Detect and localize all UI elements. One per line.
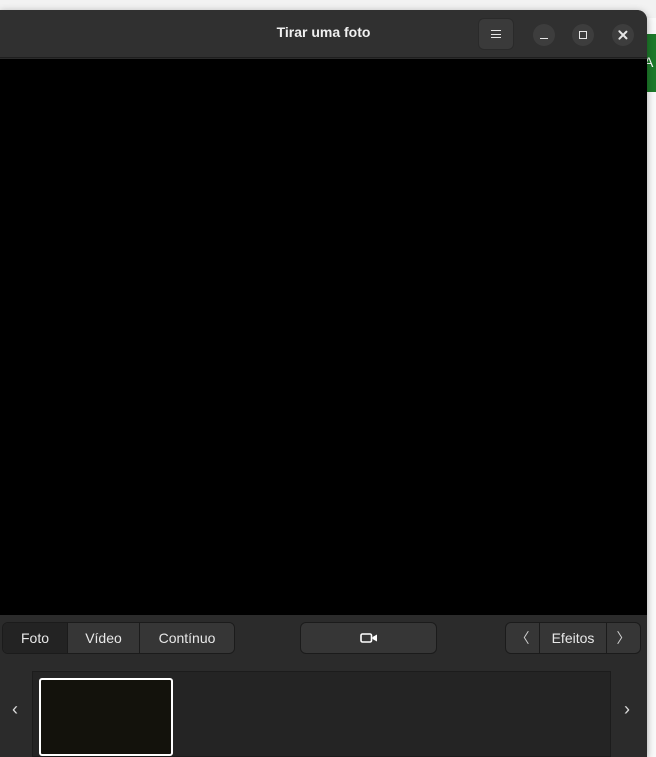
capture-button[interactable] — [300, 622, 437, 654]
mode-video-button[interactable]: Vídeo — [68, 623, 140, 653]
camera-preview — [0, 59, 647, 615]
maximize-icon — [579, 31, 587, 39]
strip-prev-button[interactable]: ‹ — [0, 661, 30, 757]
maximize-button[interactable] — [572, 24, 594, 46]
titlebar: Tirar uma foto — [0, 10, 647, 58]
photo-thumbnail[interactable] — [39, 678, 173, 756]
mode-selector: Foto Vídeo Contínuo — [2, 622, 235, 654]
close-button[interactable] — [612, 24, 634, 46]
controls-bar: Foto Vídeo Contínuo 〈 Efeitos 〉 — [0, 615, 647, 661]
minimize-button[interactable] — [533, 24, 555, 46]
effects-next-button[interactable]: 〉 — [606, 623, 640, 653]
menu-button[interactable] — [478, 18, 514, 50]
effects-prev-button[interactable]: 〈 — [506, 623, 540, 653]
effects-selector: 〈 Efeitos 〉 — [505, 622, 641, 654]
mode-continuous-button[interactable]: Contínuo — [140, 623, 234, 653]
strip-next-button[interactable]: › — [612, 661, 642, 757]
mode-foto-button[interactable]: Foto — [3, 623, 68, 653]
thumbnail-strip — [32, 671, 611, 757]
effects-button[interactable]: Efeitos — [540, 623, 606, 653]
video-camera-icon — [359, 633, 377, 643]
hamburger-icon — [491, 30, 501, 38]
thumbnail-area: ‹ › — [0, 661, 647, 757]
close-icon — [618, 30, 628, 40]
take-photo-dialog: Tirar uma foto Foto Vídeo Contínuo 〈 Efe… — [0, 10, 647, 757]
minimize-icon — [540, 37, 548, 39]
